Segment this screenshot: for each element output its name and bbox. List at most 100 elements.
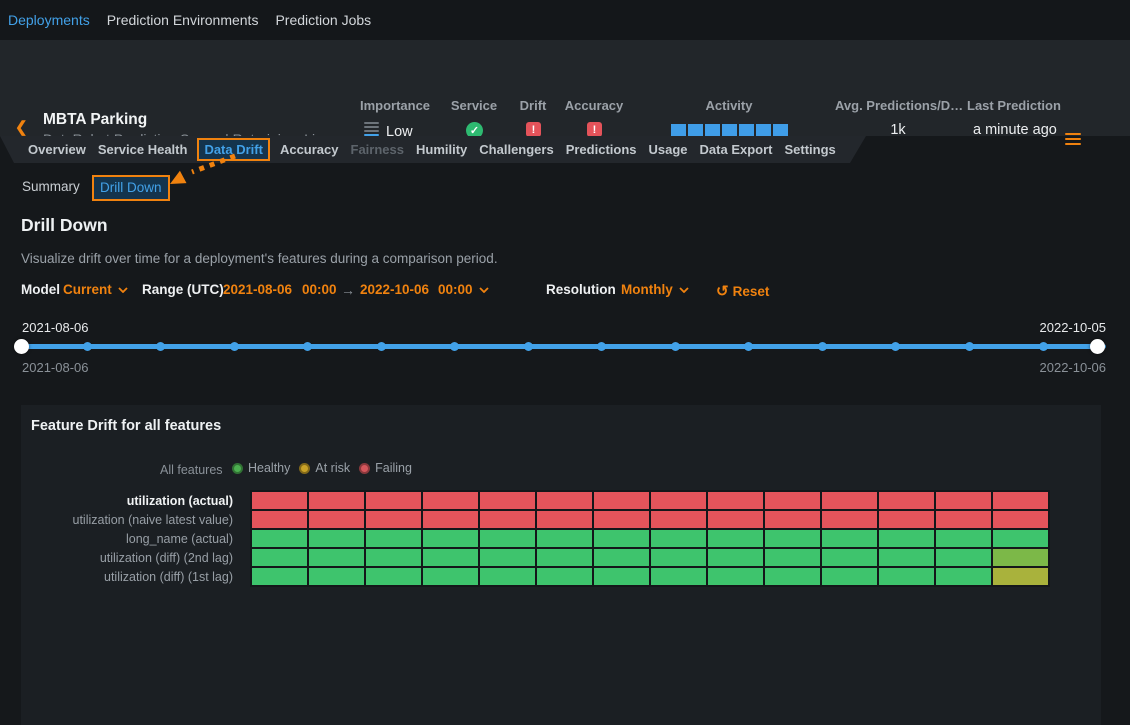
slider-track[interactable] [22, 344, 1106, 349]
legend-text: Healthy [248, 461, 290, 475]
slider-tick-dot [83, 342, 92, 351]
heatmap-cell-healthy [309, 530, 364, 547]
legend-text: Failing [375, 461, 412, 475]
reset-button[interactable]: ↺Reset [716, 282, 769, 300]
heatmap-cell-healthy [309, 549, 364, 566]
range-start-time[interactable]: 00:00 [302, 282, 337, 297]
top-nav-deployments[interactable]: Deployments [8, 12, 90, 28]
heatmap-cell-healthy [480, 530, 535, 547]
tab-overview[interactable]: Overview [28, 142, 86, 157]
heatmap-cell-healthy [537, 568, 592, 585]
chevron-down-icon [479, 287, 489, 293]
tab-humility[interactable]: Humility [416, 142, 467, 157]
heatmap-cell-healthy [366, 568, 421, 585]
legend-text: At risk [315, 461, 350, 475]
reset-icon: ↺ [716, 283, 729, 300]
slider-tick-dot [965, 342, 974, 351]
heatmap-cell-healthy [594, 530, 649, 547]
tab-accuracy[interactable]: Accuracy [280, 142, 339, 157]
heatmap-cell-healthy [708, 568, 763, 585]
heatmap-row-labels: utilization (actual)utilization (naive l… [21, 490, 250, 587]
slider-tick-dot [303, 342, 312, 351]
tab-usage[interactable]: Usage [649, 142, 688, 157]
chevron-down-icon [118, 287, 128, 293]
heatmap-cell-failing [822, 511, 877, 528]
heatmap-cell-failing [993, 492, 1048, 509]
legend-dot-healthy-icon [232, 463, 243, 474]
heatmap-cell-failing [822, 492, 877, 509]
slider-tick-dot [671, 342, 680, 351]
tab-settings[interactable]: Settings [785, 142, 836, 157]
heatmap-cell-healthy [366, 530, 421, 547]
last-prediction-label: Last Prediction [967, 98, 1061, 113]
slider-start-date-top: 2021-08-06 [22, 320, 89, 335]
heatmap-cell-healthy [423, 549, 478, 566]
model-select[interactable]: Current [63, 282, 128, 297]
heatmap-cell-failing [993, 511, 1048, 528]
heatmap-cell-healthy [537, 549, 592, 566]
heatmap-cell-failing [537, 492, 592, 509]
tab-data-export[interactable]: Data Export [700, 142, 773, 157]
back-chevron-icon[interactable]: ❮ [15, 118, 28, 136]
heatmap-row-label: utilization (actual) [21, 492, 250, 511]
page-title: Drill Down [21, 215, 108, 236]
heatmap-cell-healthy [708, 549, 763, 566]
drift-status: ! [526, 122, 541, 137]
alert-square-icon: ! [526, 122, 541, 137]
accuracy-status: ! [587, 122, 602, 137]
heatmap-cell-failing [765, 492, 820, 509]
page-description: Visualize drift over time for a deployme… [21, 251, 498, 266]
heatmap-cell-healthy [822, 530, 877, 547]
slider-handle-right[interactable] [1090, 339, 1105, 354]
heatmap-cell-failing [651, 492, 706, 509]
tab-challengers[interactable]: Challengers [479, 142, 553, 157]
range-arrow-icon: → [341, 282, 355, 298]
heatmap-cell-healthy [936, 530, 991, 547]
range-end-date[interactable]: 2022-10-06 [360, 282, 429, 297]
heatmap-cell-healthy [594, 549, 649, 566]
resolution-select[interactable]: Monthly [621, 282, 689, 297]
heatmap-cell-healthy [252, 549, 307, 566]
top-nav-prediction-environments[interactable]: Prediction Environments [107, 12, 259, 28]
heatmap-grid [250, 490, 1050, 587]
heatmap-cell-healthy [936, 549, 991, 566]
activity-label: Activity [669, 98, 789, 113]
heatmap-row-label: long_name (actual) [21, 530, 250, 549]
feature-drift-heatmap: utilization (actual)utilization (naive l… [21, 490, 1050, 587]
legend-dot-at-risk-icon [299, 463, 310, 474]
importance-label: Importance [359, 98, 431, 113]
heatmap-cell-healthy [879, 549, 934, 566]
slider-tick-dot [891, 342, 900, 351]
legend-item-healthy: Healthy [232, 461, 290, 475]
slider-handle-left[interactable] [14, 339, 29, 354]
tab-predictions[interactable]: Predictions [566, 142, 637, 157]
chevron-down-icon [679, 287, 689, 293]
heatmap-cell-failing [594, 492, 649, 509]
heatmap-cell-healthy [423, 568, 478, 585]
heatmap-cell-at_risk_mild [993, 549, 1048, 566]
heatmap-cell-failing [708, 511, 763, 528]
legend-item-failing: Failing [359, 461, 412, 475]
heatmap-cell-failing [936, 511, 991, 528]
range-end-time[interactable]: 00:00 [438, 282, 489, 297]
top-nav-prediction-jobs[interactable]: Prediction Jobs [275, 12, 371, 28]
heatmap-cell-healthy [936, 568, 991, 585]
heatmap-cell-failing [252, 511, 307, 528]
range-start-date[interactable]: 2021-08-06 [223, 282, 292, 297]
heatmap-cell-healthy [594, 568, 649, 585]
slider-tick-dot [597, 342, 606, 351]
heatmap-cell-failing [366, 511, 421, 528]
heatmap-cell-failing [879, 492, 934, 509]
heatmap-cell-failing [765, 511, 820, 528]
subtab-summary[interactable]: Summary [22, 179, 80, 194]
heatmap-cell-failing [423, 492, 478, 509]
heatmap-cell-healthy [309, 568, 364, 585]
deployment-header: ❮ MBTA Parking DataRobot Prediction Serv… [0, 40, 1130, 136]
heatmap-cell-healthy [366, 549, 421, 566]
heatmap-cell-healthy [765, 530, 820, 547]
tab-fairness[interactable]: Fairness [351, 142, 404, 157]
slider-tick-dot [377, 342, 386, 351]
heatmap-cell-failing [651, 511, 706, 528]
accuracy-label: Accuracy [564, 98, 624, 113]
heatmap-cell-healthy [651, 568, 706, 585]
